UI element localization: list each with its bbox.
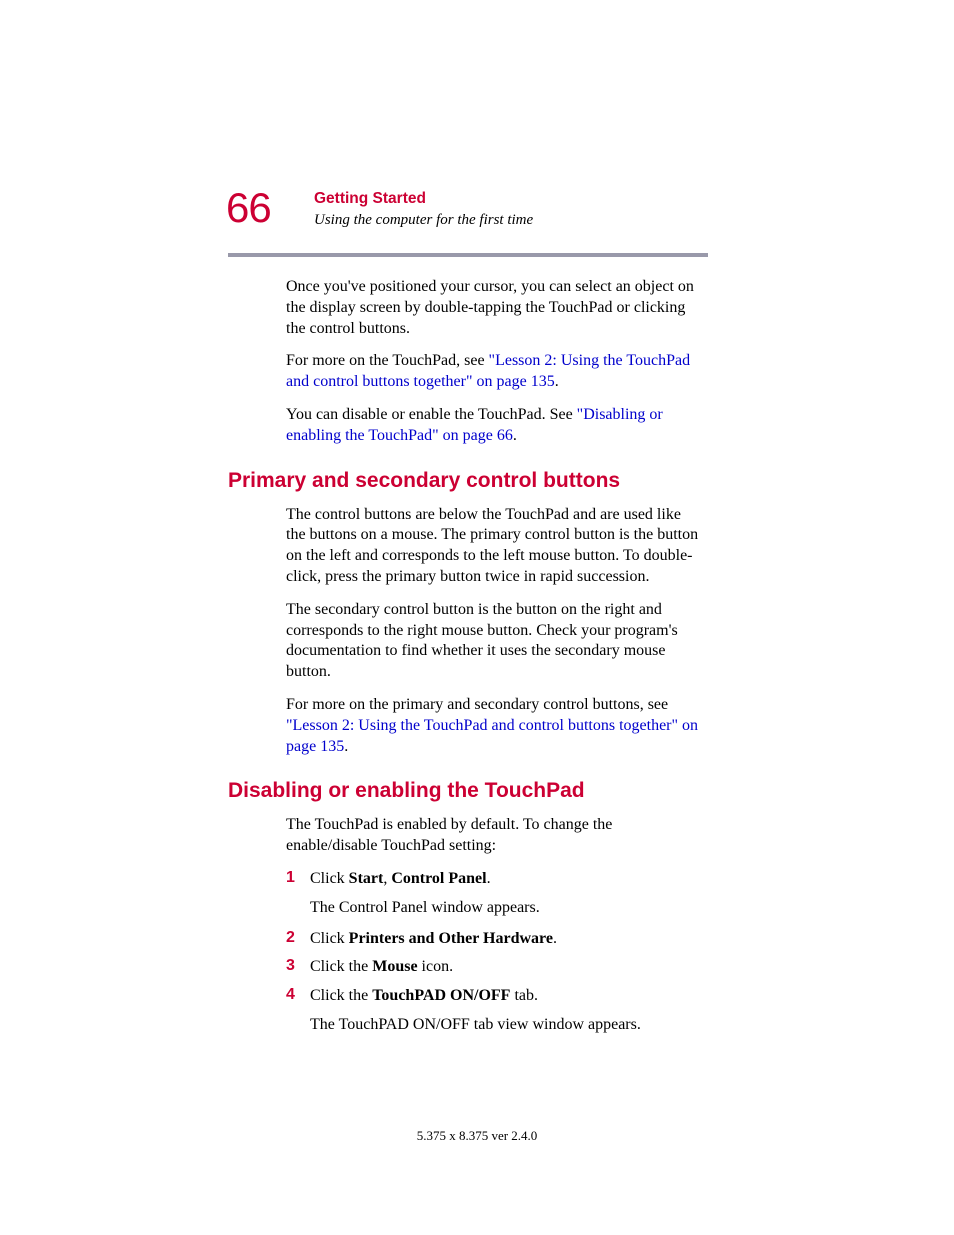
intro-paragraph-1: Once you've positioned your cursor, you …: [286, 277, 702, 339]
header-divider: [228, 253, 708, 257]
page-content: 66 Getting Started Using the computer fo…: [228, 190, 708, 1046]
text: Click: [310, 870, 349, 887]
steps-list: 2 Click Printers and Other Hardware. 3 C…: [286, 929, 702, 1007]
step-4: 4 Click the TouchPAD ON/OFF tab.: [286, 986, 702, 1007]
intro-block: Once you've positioned your cursor, you …: [286, 277, 702, 447]
step-text: Click Start, Control Panel.: [310, 869, 702, 890]
bold-text: Start: [349, 870, 384, 887]
text: For more on the primary and secondary co…: [286, 696, 668, 713]
section1-paragraph-3: For more on the primary and secondary co…: [286, 695, 702, 757]
text: icon.: [418, 958, 454, 975]
text: For more on the TouchPad, see: [286, 352, 489, 369]
section1-paragraph-1: The control buttons are below the TouchP…: [286, 505, 702, 588]
text: Click: [310, 930, 349, 947]
text: .: [487, 870, 491, 887]
text: Click the: [310, 987, 372, 1004]
step-text: Click the Mouse icon.: [310, 957, 702, 978]
chapter-subtitle: Using the computer for the first time: [314, 212, 708, 229]
step-number: 4: [286, 986, 310, 1007]
bold-text: TouchPAD ON/OFF: [372, 987, 510, 1004]
text: tab.: [510, 987, 538, 1004]
bold-text: Mouse: [372, 958, 417, 975]
steps-list: 1 Click Start, Control Panel.: [286, 869, 702, 890]
section2-body: The TouchPad is enabled by default. To c…: [286, 815, 702, 857]
text: .: [553, 930, 557, 947]
section1-body: The control buttons are below the TouchP…: [286, 505, 702, 758]
section-heading-disabling: Disabling or enabling the TouchPad: [228, 779, 708, 803]
page-number: 66: [226, 184, 271, 232]
step-4-result: The TouchPAD ON/OFF tab view window appe…: [310, 1015, 702, 1036]
step-number: 1: [286, 869, 310, 890]
page-header: 66 Getting Started Using the computer fo…: [228, 190, 708, 257]
section2-paragraph-1: The TouchPad is enabled by default. To c…: [286, 815, 702, 857]
page-footer: 5.375 x 8.375 ver 2.4.0: [0, 1128, 954, 1144]
step-number: 3: [286, 957, 310, 978]
text: You can disable or enable the TouchPad. …: [286, 406, 577, 423]
intro-paragraph-3: You can disable or enable the TouchPad. …: [286, 405, 702, 447]
text: .: [344, 738, 348, 755]
step-1-result: The Control Panel window appears.: [310, 898, 702, 919]
step-2: 2 Click Printers and Other Hardware.: [286, 929, 702, 950]
text: Click the: [310, 958, 372, 975]
step-number: 2: [286, 929, 310, 950]
step-text: Click the TouchPAD ON/OFF tab.: [310, 986, 702, 1007]
step-3: 3 Click the Mouse icon.: [286, 957, 702, 978]
chapter-title: Getting Started: [314, 190, 708, 208]
section-heading-primary: Primary and secondary control buttons: [228, 469, 708, 493]
bold-text: Printers and Other Hardware: [349, 930, 553, 947]
text: .: [555, 373, 559, 390]
header-text-block: Getting Started Using the computer for t…: [314, 190, 708, 229]
text: .: [513, 427, 517, 444]
step-text: Click Printers and Other Hardware.: [310, 929, 702, 950]
section1-paragraph-2: The secondary control button is the butt…: [286, 600, 702, 683]
intro-paragraph-2: For more on the TouchPad, see "Lesson 2:…: [286, 351, 702, 393]
bold-text: Control Panel: [391, 870, 486, 887]
step-1: 1 Click Start, Control Panel.: [286, 869, 702, 890]
